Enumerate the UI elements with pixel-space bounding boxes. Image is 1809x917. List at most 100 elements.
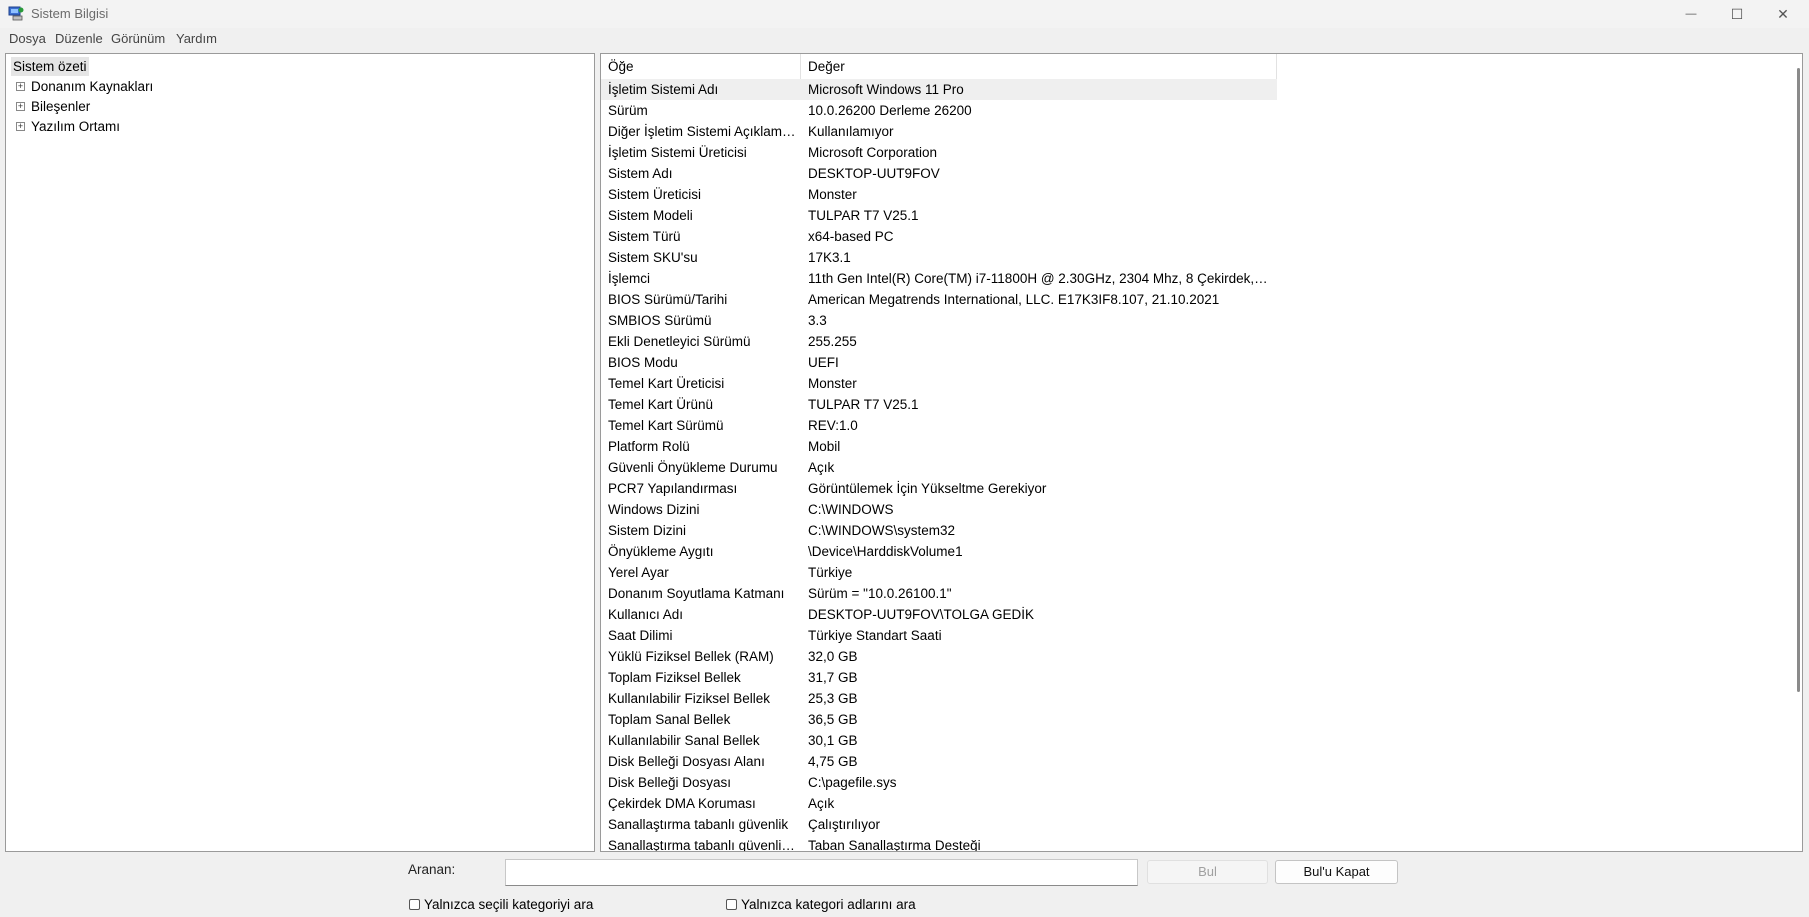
table-row[interactable]: İşletim Sistemi Adı Microsoft Windows 11 …: [601, 79, 1277, 100]
tree-item-software-environment[interactable]: Yazılım Ortamı: [31, 117, 120, 136]
row-item-value: Monster: [808, 187, 857, 202]
row-item-value: DESKTOP-UUT9FOV: [808, 166, 940, 181]
table-row[interactable]: Çekirdek DMA Koruması Açık: [601, 793, 1776, 814]
table-row[interactable]: İşlemci 11th Gen Intel(R) Core(TM) i7-118…: [601, 268, 1776, 289]
row-item-name: Toplam Sanal Bellek: [608, 712, 731, 727]
table-row[interactable]: Temel Kart Sürümü REV:1.0: [601, 415, 1776, 436]
tree-item-components[interactable]: Bileşenler: [31, 97, 90, 116]
table-row[interactable]: Windows Dizini C:\WINDOWS: [601, 499, 1776, 520]
table-row[interactable]: Sanallaştırma tabanlı güvenlik Çalıştırıl…: [601, 814, 1776, 835]
search-category-names-checkbox[interactable]: [726, 899, 737, 910]
table-row[interactable]: BIOS Modu UEFI: [601, 352, 1776, 373]
row-item-name: Sanallaştırma tabanlı güvenlik ...: [608, 838, 798, 852]
table-row[interactable]: Saat Dilimi Türkiye Standart Saati: [601, 625, 1776, 646]
row-item-name: Sistem Türü: [608, 229, 681, 244]
row-item-value: 32,0 GB: [808, 649, 858, 664]
row-item-name: Disk Belleği Dosyası Alanı: [608, 754, 765, 769]
maximize-button[interactable]: ☐: [1714, 0, 1760, 28]
table-row[interactable]: Temel Kart Ürünü TULPAR T7 V25.1: [601, 394, 1776, 415]
table-row[interactable]: Sistem Üreticisi Monster: [601, 184, 1776, 205]
vertical-scrollbar[interactable]: [1797, 68, 1800, 692]
row-item-value: Türkiye Standart Saati: [808, 628, 942, 643]
search-input[interactable]: [505, 859, 1138, 886]
expand-icon[interactable]: +: [16, 122, 25, 131]
table-row[interactable]: Sistem Dizini C:\WINDOWS\system32: [601, 520, 1776, 541]
table-row[interactable]: Platform Rolü Mobil: [601, 436, 1776, 457]
row-item-value: Microsoft Corporation: [808, 145, 938, 160]
find-button[interactable]: Bul: [1147, 860, 1268, 884]
expand-icon[interactable]: +: [16, 82, 25, 91]
minimize-button[interactable]: —: [1668, 0, 1714, 28]
table-row[interactable]: Sistem SKU'su 17K3.1: [601, 247, 1776, 268]
row-item-name: Sanallaştırma tabanlı güvenlik: [608, 817, 789, 832]
table-row[interactable]: Kullanıcı Adı DESKTOP-UUT9FOV\TOLGA GEDİK: [601, 604, 1776, 625]
table-row[interactable]: Diğer İşletim Sistemi Açıklaması Kullanıl…: [601, 121, 1776, 142]
row-item-name: BIOS Sürümü/Tarihi: [608, 292, 728, 307]
row-item-value: Kullanılamıyor: [808, 124, 894, 139]
table-row[interactable]: Sistem Türü x64-based PC: [601, 226, 1776, 247]
row-item-name: Sürüm: [608, 103, 648, 118]
close-find-button[interactable]: Bul'u Kapat: [1275, 860, 1398, 884]
search-selected-category-option[interactable]: Yalnızca seçili kategoriyi ara: [409, 897, 593, 912]
table-row[interactable]: SMBIOS Sürümü 3.3: [601, 310, 1776, 331]
table-row[interactable]: Donanım Soyutlama Katmanı Sürüm = "10.0.2…: [601, 583, 1776, 604]
row-item-name: Donanım Soyutlama Katmanı: [608, 586, 785, 601]
row-item-name: Windows Dizini: [608, 502, 700, 517]
row-item-name: Sistem Dizini: [608, 523, 687, 538]
search-selected-category-checkbox[interactable]: [409, 899, 420, 910]
table-row[interactable]: BIOS Sürümü/Tarihi American Megatrends In…: [601, 289, 1776, 310]
table-row[interactable]: Yerel Ayar Türkiye: [601, 562, 1776, 583]
column-header-item[interactable]: Öğe: [601, 54, 801, 79]
column-header-value[interactable]: Değer: [801, 54, 1277, 79]
table-row[interactable]: PCR7 Yapılandırması Görüntülemek İçin Yük…: [601, 478, 1776, 499]
system-information-icon: [8, 6, 24, 21]
tree-item-hardware-resources[interactable]: Donanım Kaynakları: [31, 77, 153, 96]
row-item-value: DESKTOP-UUT9FOV\TOLGA GEDİK: [808, 607, 1035, 622]
table-row[interactable]: Sistem Adı DESKTOP-UUT9FOV: [601, 163, 1776, 184]
search-category-names-option[interactable]: Yalnızca kategori adlarını ara: [726, 897, 916, 912]
menu-file[interactable]: Dosya: [9, 31, 46, 46]
table-row[interactable]: Sürüm 10.0.26200 Derleme 26200: [601, 100, 1776, 121]
row-item-value: Taban Sanallaştırma Desteği: [808, 838, 981, 852]
table-row[interactable]: Ekli Denetleyici Sürümü 255.255: [601, 331, 1776, 352]
table-row[interactable]: Yüklü Fiziksel Bellek (RAM) 32,0 GB: [601, 646, 1776, 667]
row-item-name: SMBIOS Sürümü: [608, 313, 712, 328]
row-item-value: C:\WINDOWS\system32: [808, 523, 956, 538]
menu-view[interactable]: Görünüm: [111, 31, 165, 46]
row-item-name: Sistem Modeli: [608, 208, 693, 223]
table-row[interactable]: Kullanılabilir Fiziksel Bellek 25,3 GB: [601, 688, 1776, 709]
table-row[interactable]: Kullanılabilir Sanal Bellek 30,1 GB: [601, 730, 1776, 751]
row-item-value: TULPAR T7 V25.1: [808, 397, 919, 412]
table-row[interactable]: Disk Belleği Dosyası Alanı 4,75 GB: [601, 751, 1776, 772]
table-row[interactable]: Temel Kart Üreticisi Monster: [601, 373, 1776, 394]
details-list[interactable]: Öğe Değer İşletim Sistemi Adı Microsoft W…: [600, 53, 1803, 852]
close-button[interactable]: ✕: [1760, 0, 1806, 28]
table-row[interactable]: Toplam Sanal Bellek 36,5 GB: [601, 709, 1776, 730]
row-item-value: TULPAR T7 V25.1: [808, 208, 919, 223]
row-item-value: Açık: [808, 796, 835, 811]
row-item-name: Çekirdek DMA Koruması: [608, 796, 756, 811]
row-item-name: Güvenli Önyükleme Durumu: [608, 460, 778, 475]
table-row[interactable]: Sistem Modeli TULPAR T7 V25.1: [601, 205, 1776, 226]
table-row[interactable]: İşletim Sistemi Üreticisi Microsoft Corpo…: [601, 142, 1776, 163]
row-item-value: REV:1.0: [808, 418, 858, 433]
row-item-name: Yüklü Fiziksel Bellek (RAM): [608, 649, 774, 664]
category-tree[interactable]: Sistem özeti + Donanım Kaynakları + Bile…: [5, 53, 595, 852]
table-row[interactable]: Sanallaştırma tabanlı güvenlik ... Taban …: [601, 835, 1776, 852]
table-row[interactable]: Toplam Fiziksel Bellek 31,7 GB: [601, 667, 1776, 688]
menu-edit[interactable]: Düzenle: [55, 31, 103, 46]
row-item-name: Önyükleme Aygıtı: [608, 544, 714, 559]
expand-icon[interactable]: +: [16, 102, 25, 111]
row-item-value: 11th Gen Intel(R) Core(TM) i7-11800H @ 2…: [808, 271, 1270, 286]
row-item-value: x64-based PC: [808, 229, 894, 244]
table-row[interactable]: Güvenli Önyükleme Durumu Açık: [601, 457, 1776, 478]
row-item-value: C:\pagefile.sys: [808, 775, 897, 790]
row-item-name: Sistem Üreticisi: [608, 187, 702, 202]
row-item-value: Görüntülemek İçin Yükseltme Gerekiyor: [808, 481, 1047, 496]
menu-help[interactable]: Yardım: [176, 31, 217, 46]
tree-item-system-summary[interactable]: Sistem özeti: [11, 57, 89, 76]
table-row[interactable]: Önyükleme Aygıtı \Device\HarddiskVolume1: [601, 541, 1776, 562]
window-title: Sistem Bilgisi: [31, 6, 109, 21]
search-category-names-label: Yalnızca kategori adlarını ara: [741, 897, 916, 912]
table-row[interactable]: Disk Belleği Dosyası C:\pagefile.sys: [601, 772, 1776, 793]
